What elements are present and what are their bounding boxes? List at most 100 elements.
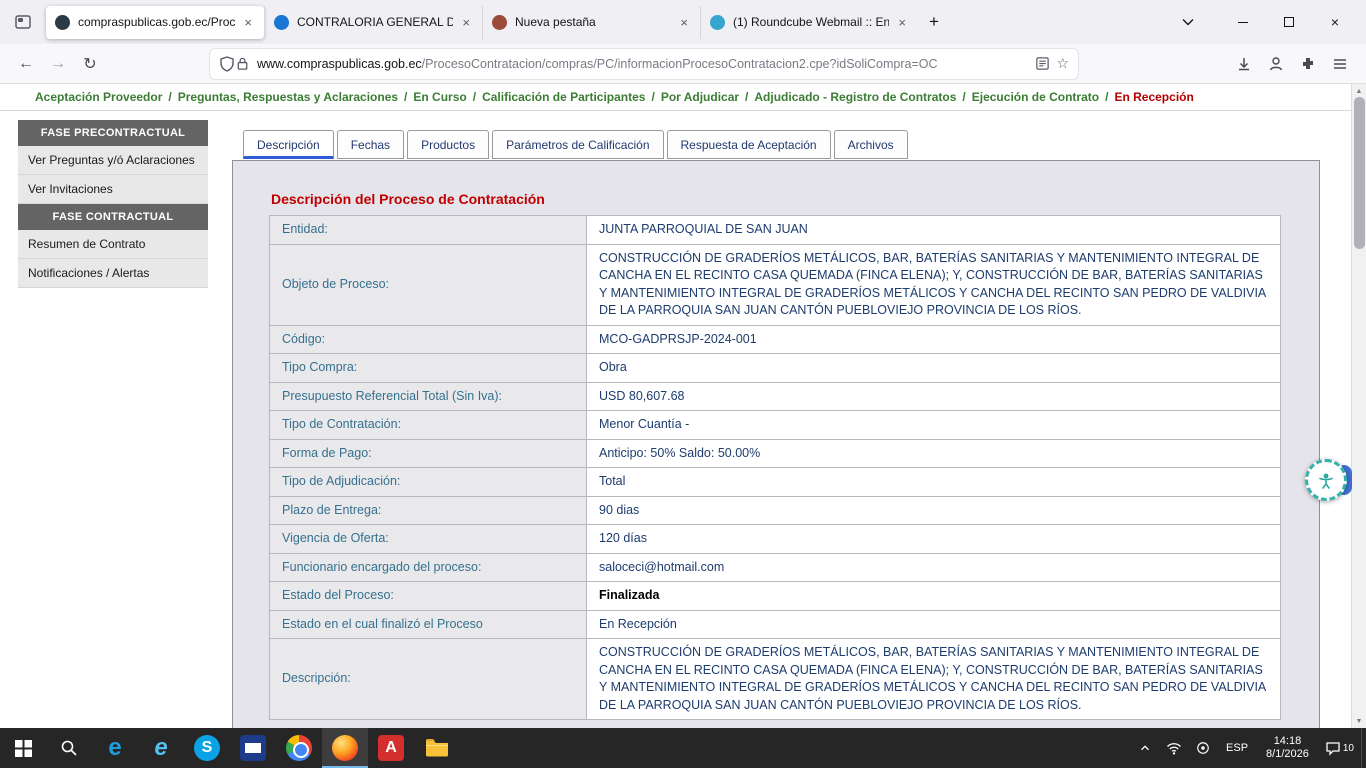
tab-fechas[interactable]: Fechas (337, 130, 404, 159)
row-plazo-de-entrega: Plazo de Entrega: 90 dias (270, 496, 1281, 525)
tab-title: CONTRALORIA GENERAL DEL ES (297, 15, 453, 29)
row-value: En Recepción (587, 610, 1281, 639)
menu-hamburger-icon[interactable] (1324, 49, 1356, 79)
scroll-up-icon[interactable]: ▲ (1352, 84, 1366, 98)
tab-descripcion[interactable]: Descripción (243, 130, 334, 159)
account-button[interactable] (1260, 49, 1292, 79)
row-value: Menor Cuantía - (587, 411, 1281, 440)
page-title: Descripción del Proceso de Contratación (271, 191, 545, 207)
taskbar-ie-button[interactable] (138, 728, 184, 768)
browser-tab-compraspublicas[interactable]: compraspublicas.gob.ec/Proces × (46, 6, 264, 39)
sidebar-item-resumen-contrato[interactable]: Resumen de Contrato (18, 230, 208, 259)
row-value: USD 80,607.68 (587, 382, 1281, 411)
tray-wifi-icon[interactable] (1159, 728, 1189, 768)
process-tabs: Descripción Fechas Productos Parámetros … (243, 130, 908, 159)
tab-parametros-calificacion[interactable]: Parámetros de Calificación (492, 130, 663, 159)
tracking-protection-shield-icon[interactable] (219, 56, 235, 72)
taskbar-edge-button[interactable] (92, 728, 138, 768)
row-value: Obra (587, 354, 1281, 383)
language-indicator[interactable]: ESP (1217, 742, 1257, 754)
url-domain: www.compraspublicas.gob.ec (257, 57, 422, 71)
accessibility-icon (1316, 470, 1336, 490)
row-label: Tipo de Adjudicación: (270, 468, 587, 497)
sidebar-item-ver-preguntas[interactable]: Ver Preguntas y/ó Aclaraciones (18, 146, 208, 175)
tab-respuesta-aceptacion[interactable]: Respuesta de Aceptación (667, 130, 831, 159)
maximize-button[interactable] (1266, 0, 1312, 44)
breadcrumb-adjudicado-registro[interactable]: Adjudicado - Registro de Contratos (754, 90, 956, 104)
taskbar-skype-button[interactable] (184, 728, 230, 768)
list-all-tabs-chevron-icon[interactable] (1182, 18, 1194, 26)
breadcrumb-por-adjudicar[interactable]: Por Adjudicar (661, 90, 739, 104)
skype-icon (194, 735, 220, 761)
tab-productos[interactable]: Productos (407, 130, 489, 159)
breadcrumb-calificacion-participantes[interactable]: Calificación de Participantes (482, 90, 645, 104)
breadcrumb-aceptacion-proveedor[interactable]: Aceptación Proveedor (35, 90, 162, 104)
taskbar-chrome-button[interactable] (276, 728, 322, 768)
row-funcionario-encargado: Funcionario encargado del proceso: saloc… (270, 553, 1281, 582)
row-value: CONSTRUCCIÓN DE GRADERÍOS METÁLICOS, BAR… (587, 639, 1281, 720)
accessibility-widget-button[interactable] (1305, 459, 1347, 501)
scrollbar-thumb[interactable] (1354, 97, 1365, 249)
clock-date: 8/1/2026 (1266, 748, 1309, 761)
taskbar-search-button[interactable] (46, 728, 92, 768)
breadcrumb-en-curso[interactable]: En Curso (413, 90, 466, 104)
browser-tab-nueva-pestana[interactable]: Nueva pestaña × (482, 6, 700, 39)
back-button[interactable]: ← (10, 49, 42, 79)
extensions-puzzle-icon[interactable] (1292, 49, 1324, 79)
reader-mode-icon[interactable] (1035, 56, 1050, 71)
tray-chevron-up-icon[interactable] (1131, 728, 1159, 768)
search-icon (60, 739, 78, 757)
screen: compraspublicas.gob.ec/Proces × CONTRALO… (0, 0, 1366, 768)
breadcrumb-ejecucion-contrato[interactable]: Ejecución de Contrato (972, 90, 1099, 104)
tab-close-icon[interactable]: × (459, 15, 473, 30)
start-button[interactable] (0, 728, 46, 768)
firefox-view-icon[interactable] (8, 7, 38, 37)
lock-icon[interactable] (235, 56, 250, 71)
row-label: Forma de Pago: (270, 439, 587, 468)
row-label: Plazo de Entrega: (270, 496, 587, 525)
tab-close-icon[interactable]: × (677, 15, 691, 30)
tab-close-icon[interactable]: × (241, 15, 255, 30)
browser-toolbar: ← → ↻ www.compraspublicas.gob.ec/Proceso… (0, 44, 1366, 84)
close-window-button[interactable]: × (1312, 0, 1358, 44)
taskbar-mail-button[interactable] (230, 728, 276, 768)
clock[interactable]: 14:18 8/1/2026 (1257, 735, 1318, 761)
downloads-button[interactable] (1228, 49, 1260, 79)
clock-time: 14:18 (1266, 735, 1309, 748)
tab-favicon-icon (492, 15, 507, 30)
action-center-button[interactable]: 10 (1318, 728, 1361, 768)
breadcrumb-separator: / (651, 90, 654, 104)
browser-tab-roundcube[interactable]: (1) Roundcube Webmail :: Entra × (700, 6, 918, 39)
show-desktop-button[interactable] (1361, 728, 1366, 768)
tab-archivos[interactable]: Archivos (834, 130, 908, 159)
taskbar-file-explorer-button[interactable] (414, 728, 460, 768)
url-bar[interactable]: www.compraspublicas.gob.ec/ProcesoContra… (210, 49, 1078, 79)
sidebar-item-notificaciones-alertas[interactable]: Notificaciones / Alertas (18, 259, 208, 288)
process-info-table: Entidad: JUNTA PARROQUIAL DE SAN JUAN Ob… (269, 215, 1281, 720)
row-label: Entidad: (270, 216, 587, 245)
url-path: /ProcesoContratacion/compras/PC/informac… (422, 57, 938, 71)
taskbar-acrobat-button[interactable] (368, 728, 414, 768)
new-tab-button[interactable]: + (918, 10, 950, 34)
scroll-down-icon[interactable]: ▼ (1352, 714, 1366, 728)
breadcrumb-preguntas-respuestas[interactable]: Preguntas, Respuestas y Aclaraciones (178, 90, 398, 104)
row-tipo-adjudicacion: Tipo de Adjudicación: Total (270, 468, 1281, 497)
tab-title: (1) Roundcube Webmail :: Entra (733, 15, 889, 29)
bookmark-star-icon[interactable]: ☆ (1056, 55, 1069, 72)
forward-button[interactable]: → (42, 49, 74, 79)
page-scrollbar[interactable]: ▲ ▼ (1351, 84, 1366, 728)
row-value: CONSTRUCCIÓN DE GRADERÍOS METÁLICOS, BAR… (587, 244, 1281, 325)
row-label: Descripción: (270, 639, 587, 720)
browser-tab-contraloria[interactable]: CONTRALORIA GENERAL DEL ES × (264, 6, 482, 39)
firefox-icon (332, 735, 358, 761)
sidebar-item-ver-invitaciones[interactable]: Ver Invitaciones (18, 175, 208, 204)
toolbar-right-group (1228, 49, 1356, 79)
row-label: Estado en el cual finalizó el Proceso (270, 610, 587, 639)
tab-close-icon[interactable]: × (895, 15, 909, 30)
breadcrumb-separator: / (1105, 90, 1108, 104)
tray-app-icon[interactable] (1189, 728, 1217, 768)
reload-button[interactable]: ↻ (74, 49, 106, 79)
minimize-button[interactable] (1220, 0, 1266, 44)
taskbar-firefox-button[interactable] (322, 728, 368, 768)
row-tipo-contratacion: Tipo de Contratación: Menor Cuantía - (270, 411, 1281, 440)
